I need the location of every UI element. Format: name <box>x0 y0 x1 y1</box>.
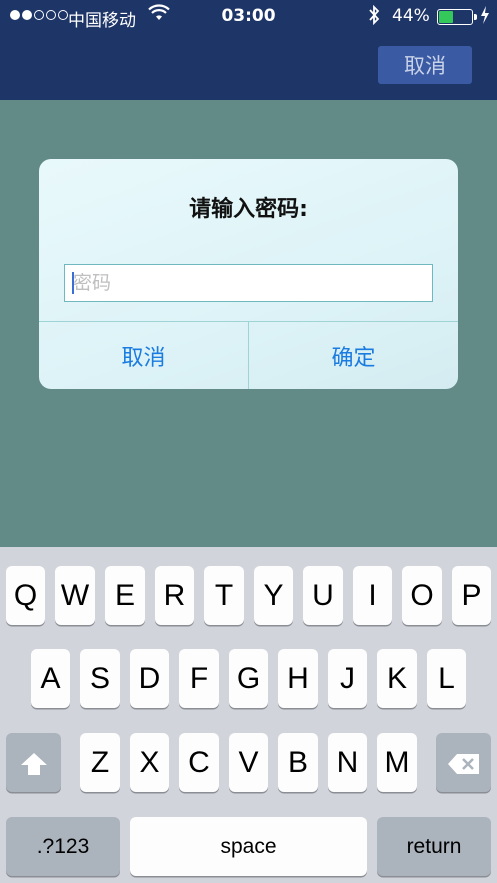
key-f[interactable]: F <box>179 649 219 708</box>
key-a[interactable]: A <box>31 649 70 708</box>
key-i[interactable]: I <box>353 566 392 625</box>
key-g[interactable]: G <box>229 649 268 708</box>
key-l[interactable]: L <box>427 649 466 708</box>
dialog-title: 请输入密码: <box>189 197 308 222</box>
battery-percent: 44% <box>392 6 430 26</box>
key-d[interactable]: D <box>130 649 169 708</box>
key-h[interactable]: H <box>278 649 318 708</box>
dialog-cancel-button[interactable]: 取消 <box>39 322 248 389</box>
charging-icon <box>480 6 490 28</box>
key-z[interactable]: Z <box>80 733 120 792</box>
key-s[interactable]: S <box>80 649 120 708</box>
numbers-key[interactable]: .?123 <box>6 817 120 876</box>
text-cursor <box>72 272 74 294</box>
key-k[interactable]: K <box>377 649 417 708</box>
bluetooth-icon <box>368 4 380 30</box>
status-bar: 中国移动 03:00 44% <box>0 0 497 34</box>
key-w[interactable]: W <box>55 566 95 625</box>
key-n[interactable]: N <box>328 733 367 792</box>
key-p[interactable]: P <box>452 566 491 625</box>
key-q[interactable]: Q <box>6 566 45 625</box>
key-t[interactable]: T <box>204 566 244 625</box>
key-e[interactable]: E <box>105 566 145 625</box>
space-key[interactable]: space <box>130 817 367 876</box>
key-o[interactable]: O <box>402 566 442 625</box>
navigation-bar: 中国移动 03:00 44% 取消 <box>0 0 497 100</box>
backspace-icon <box>447 754 479 775</box>
key-c[interactable]: C <box>179 733 219 792</box>
key-b[interactable]: B <box>278 733 318 792</box>
keyboard: Q W E R T Y U I O P A S D F G H J K L Z … <box>0 547 497 883</box>
shift-icon <box>20 753 47 776</box>
return-key[interactable]: return <box>377 817 491 876</box>
key-m[interactable]: M <box>377 733 417 792</box>
battery-fill <box>439 11 453 23</box>
key-u[interactable]: U <box>303 566 343 625</box>
battery-icon <box>437 9 477 25</box>
battery-nub <box>474 14 477 20</box>
nav-cancel-button[interactable]: 取消 <box>378 46 472 84</box>
dialog-ok-button[interactable]: 确定 <box>249 322 458 389</box>
key-v[interactable]: V <box>229 733 268 792</box>
password-input[interactable] <box>64 264 433 302</box>
key-j[interactable]: J <box>328 649 367 708</box>
key-r[interactable]: R <box>155 566 194 625</box>
shift-key[interactable] <box>6 733 61 792</box>
password-dialog: 请输入密码: 取消 确定 <box>39 159 458 389</box>
delete-key[interactable] <box>436 733 491 792</box>
key-x[interactable]: X <box>130 733 169 792</box>
key-y[interactable]: Y <box>254 566 293 625</box>
